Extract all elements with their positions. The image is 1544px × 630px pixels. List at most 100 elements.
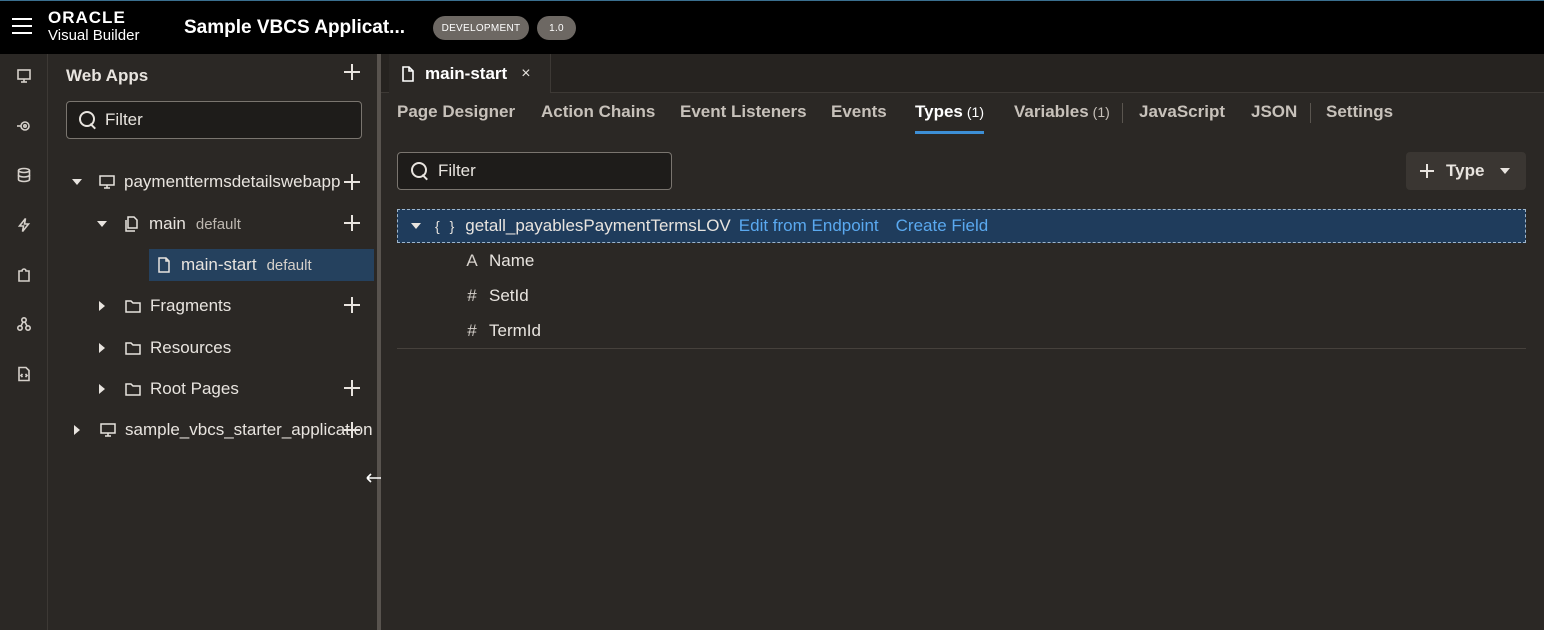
tree-item-label: Root Pages: [150, 379, 239, 398]
editor-area: main-start × Page Designer Action Chains…: [381, 54, 1544, 630]
fields-divider: [397, 348, 1526, 349]
tree-item-paymenttermsdetailswebapp[interactable]: paymenttermsdetailswebapp: [72, 166, 340, 198]
page-icon: [402, 65, 414, 82]
processes-icon[interactable]: [14, 215, 34, 235]
search-icon: [79, 111, 97, 129]
tree-item-root-pages[interactable]: Root Pages: [99, 373, 239, 405]
folder-icon: [124, 380, 142, 398]
tab-variables[interactable]: Variables (1): [1014, 102, 1110, 134]
logo-product: Visual Builder: [48, 27, 140, 44]
filter-placeholder: Filter: [105, 110, 143, 129]
type-name: getall_payablesPaymentTermsLOV: [465, 216, 731, 235]
chevron-down-icon: [1500, 168, 1511, 174]
tree-item-sublabel: default: [266, 256, 312, 274]
tab-count: (1): [966, 104, 984, 120]
app-header: ORACLE Visual Builder Sample VBCS Applic…: [0, 0, 1544, 54]
add-to-app-button[interactable]: [344, 422, 360, 443]
flow-icon: [123, 215, 141, 233]
tree-item-resources[interactable]: Resources: [99, 332, 231, 364]
chevron-down-icon[interactable]: [72, 179, 82, 185]
chevron-right-icon[interactable]: [74, 425, 80, 435]
editor-subtabs: Page Designer Action Chains Event Listen…: [381, 94, 1544, 134]
object-type-icon: { }: [435, 218, 458, 234]
edit-from-endpoint-link[interactable]: Edit from Endpoint: [739, 216, 879, 236]
tree-item-sample-vbcs-starter-application[interactable]: sample_vbcs_starter_application: [74, 414, 373, 446]
services-icon[interactable]: [14, 116, 34, 136]
field-name: SetId: [489, 286, 529, 305]
logo-brand: ORACLE: [48, 8, 126, 27]
environment-badge: DEVELOPMENT: [433, 16, 529, 40]
oracle-visual-builder-logo: ORACLE Visual Builder: [48, 9, 139, 43]
web-apps-icon[interactable]: [14, 66, 34, 86]
tab-types[interactable]: Types (1): [915, 102, 984, 134]
add-root-page-button[interactable]: [344, 380, 360, 401]
string-type-icon: A: [466, 251, 478, 270]
editor-tab-label: main-start: [425, 63, 508, 83]
type-entry-row[interactable]: { } getall_payablesPaymentTermsLOV Edit …: [397, 209, 1526, 243]
add-type-button[interactable]: Type: [1406, 152, 1526, 190]
plus-icon: [344, 297, 360, 313]
tab-action-chains[interactable]: Action Chains: [541, 102, 655, 134]
editor-tab-bar: main-start ×: [381, 54, 1544, 93]
plus-icon: [344, 64, 360, 80]
add-to-main-button[interactable]: [344, 215, 360, 236]
tree-item-label: Resources: [150, 338, 232, 357]
tab-events[interactable]: Events: [831, 102, 887, 134]
filter-placeholder: Filter: [438, 161, 476, 180]
tab-label: Variables: [1014, 102, 1089, 121]
chevron-right-icon[interactable]: [99, 301, 105, 311]
chevron-down-icon[interactable]: [97, 221, 107, 227]
plus-icon: [344, 215, 360, 231]
tab-event-listeners[interactable]: Event Listeners: [680, 102, 807, 134]
tree-item-main-start[interactable]: main-start default: [149, 249, 374, 281]
web-app-icon: [98, 173, 116, 191]
chevron-down-icon[interactable]: [411, 223, 421, 229]
tree-item-fragments[interactable]: Fragments: [99, 290, 231, 322]
chevron-right-icon[interactable]: [99, 384, 105, 394]
tab-label: Types: [915, 102, 963, 121]
tree-item-label: Fragments: [150, 296, 232, 315]
page-icon: [155, 256, 173, 274]
tab-page-designer[interactable]: Page Designer: [397, 102, 515, 134]
business-objects-icon[interactable]: [14, 165, 34, 185]
plus-icon: [344, 174, 360, 190]
tree-item-main[interactable]: main default: [97, 208, 241, 240]
type-field-row[interactable]: A Name: [463, 246, 534, 276]
tree-item-label: paymenttermsdetailswebapp: [124, 172, 341, 191]
tab-count: (1): [1092, 104, 1110, 120]
folder-icon: [124, 339, 142, 357]
navigator-rail: [0, 54, 48, 630]
mobile-apps-icon[interactable]: [14, 314, 34, 334]
search-icon: [411, 162, 429, 180]
add-to-app-button[interactable]: [344, 174, 360, 195]
plus-icon: [344, 422, 360, 438]
plus-icon: [1420, 164, 1434, 178]
components-icon[interactable]: [14, 265, 34, 285]
tree-item-sublabel: default: [195, 215, 241, 233]
field-name: Name: [489, 251, 535, 270]
application-title[interactable]: Sample VBCS Applicat...: [184, 17, 405, 39]
type-field-row[interactable]: # TermId: [463, 316, 541, 346]
add-web-app-button[interactable]: [344, 64, 362, 82]
chevron-right-icon[interactable]: [99, 343, 105, 353]
tab-separator: [1122, 103, 1123, 123]
tab-separator: [1310, 103, 1311, 123]
tab-json[interactable]: JSON: [1251, 102, 1297, 134]
web-apps-filter-input[interactable]: Filter: [66, 101, 362, 139]
tree-item-label: main: [149, 214, 186, 233]
web-app-icon: [99, 421, 117, 439]
editor-tab-main-start[interactable]: main-start ×: [389, 54, 551, 93]
add-type-label: Type: [1446, 161, 1485, 180]
create-field-link[interactable]: Create Field: [896, 216, 989, 236]
tab-javascript[interactable]: JavaScript: [1139, 102, 1225, 134]
close-icon[interactable]: ×: [521, 65, 530, 83]
number-type-icon: #: [467, 321, 477, 340]
tree-item-label: main-start: [181, 255, 257, 274]
source-icon[interactable]: [14, 364, 34, 384]
types-filter-input[interactable]: Filter: [397, 152, 672, 190]
type-field-row[interactable]: # SetId: [463, 281, 529, 311]
tree-item-label: sample_vbcs_starter_application: [125, 420, 373, 439]
add-fragment-button[interactable]: [344, 297, 360, 318]
hamburger-menu-icon[interactable]: [12, 18, 32, 36]
tab-settings[interactable]: Settings: [1326, 102, 1393, 134]
